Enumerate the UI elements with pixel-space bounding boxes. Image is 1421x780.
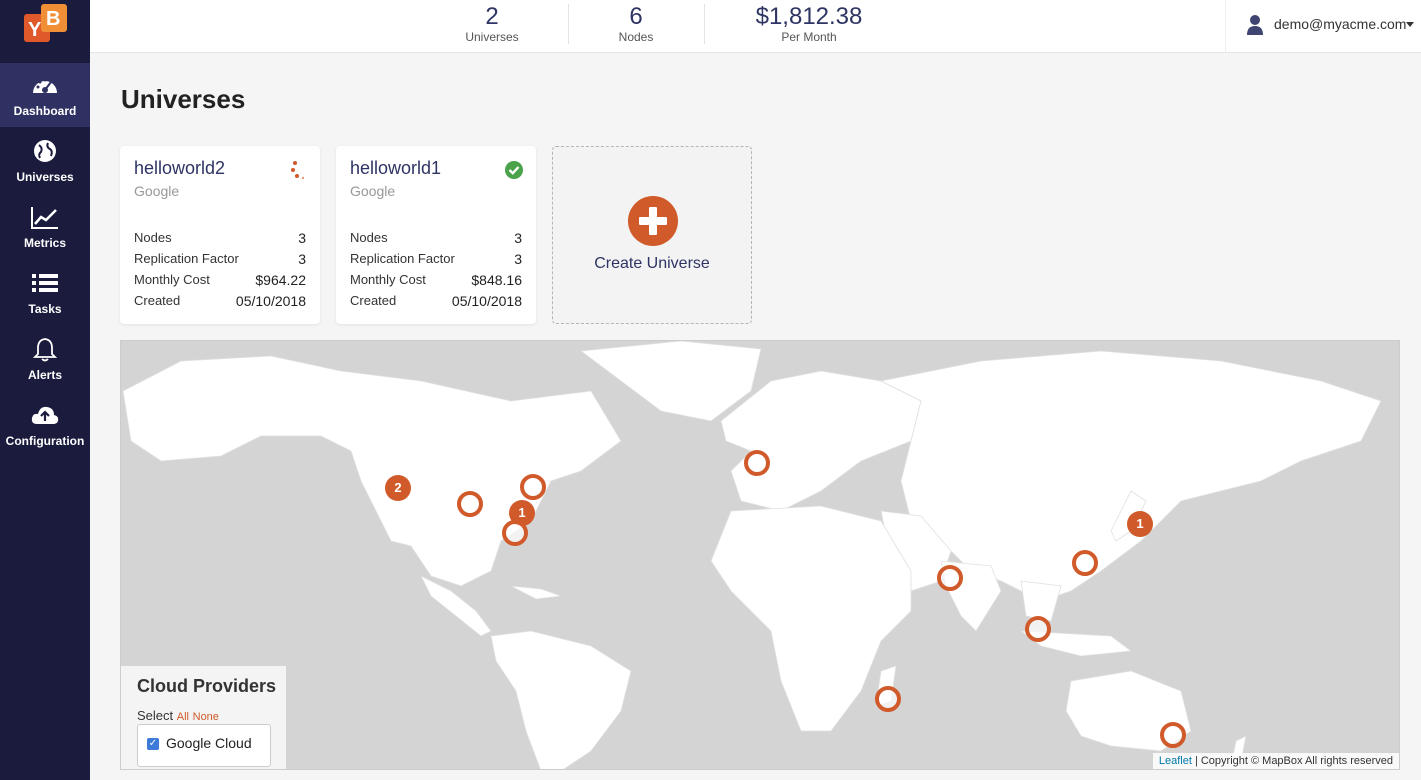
stat-divider: [704, 4, 705, 44]
sidebar-item-label: Universes: [16, 170, 74, 184]
sidebar-item-tasks[interactable]: Tasks: [0, 261, 90, 325]
row-value: 3: [514, 251, 522, 267]
stat-universes[interactable]: 2 Universes: [452, 0, 532, 53]
card-row-created: Created 05/10/2018: [134, 293, 306, 313]
provider-select-row: Select All None: [137, 708, 219, 723]
row-value: 3: [298, 251, 306, 267]
row-key: Replication Factor: [350, 251, 455, 266]
create-universe-button[interactable]: Create Universe: [552, 146, 752, 324]
card-row-cost: Monthly Cost $964.22: [134, 272, 306, 292]
card-row-nodes: Nodes 3: [134, 230, 306, 250]
user-icon: [1247, 15, 1263, 35]
stat-label: Universes: [465, 30, 519, 44]
row-value: 05/10/2018: [451, 293, 522, 309]
cluster-marker[interactable]: 2: [385, 475, 411, 501]
region-marker[interactable]: [1025, 616, 1051, 642]
row-value: 3: [298, 230, 306, 246]
stat-nodes[interactable]: 6 Nodes: [596, 0, 676, 53]
sidebar-item-label: Dashboard: [13, 104, 77, 118]
sidebar-item-metrics[interactable]: Metrics: [0, 195, 90, 259]
cloud-providers-title: Cloud Providers: [137, 676, 277, 696]
row-value: 3: [514, 230, 522, 246]
svg-text:Y: Y: [28, 19, 42, 41]
region-marker[interactable]: [744, 450, 770, 476]
sidebar-item-universes[interactable]: Universes: [0, 129, 90, 193]
sidebar-item-label: Metrics: [23, 236, 67, 250]
provider-label: Google Cloud: [166, 735, 252, 751]
row-value: 05/10/2018: [235, 293, 306, 309]
select-label: Select: [137, 708, 174, 723]
provider-option-google-cloud[interactable]: ✓ Google Cloud: [137, 724, 271, 767]
map-attribution: Leaflet | Copyright © MapBox All rights …: [1152, 753, 1399, 769]
checkbox-checked-icon[interactable]: ✓: [147, 738, 159, 750]
dashboard-icon: [33, 78, 57, 93]
row-key: Monthly Cost: [350, 272, 426, 287]
stat-label: Per Month: [781, 30, 837, 44]
cloud-providers-panel: Cloud Providers Select All None ✓ Google…: [121, 666, 286, 769]
stat-value: 2: [485, 3, 499, 30]
card-row-cost: Monthly Cost $848.16: [350, 272, 522, 292]
sidebar: Y B Dashboard Universes Metrics Tasks Al…: [0, 0, 90, 780]
region-marker[interactable]: [1160, 722, 1186, 748]
row-value: $964.22: [255, 272, 306, 288]
world-map-land: [122, 341, 1382, 769]
cluster-marker[interactable]: 1: [1127, 511, 1153, 537]
universe-card-helloworld1[interactable]: helloworld1 Google Nodes 3 Replication F…: [336, 146, 536, 324]
universe-name[interactable]: helloworld1: [350, 158, 441, 179]
stat-divider: [568, 4, 569, 44]
card-row-nodes: Nodes 3: [350, 230, 522, 250]
region-marker[interactable]: [457, 491, 483, 517]
loading-dots-icon: [291, 161, 305, 180]
universe-provider: Google: [350, 183, 396, 199]
user-email: demo@myacme.com: [1274, 16, 1407, 32]
stat-label: Nodes: [618, 30, 654, 44]
universe-card-helloworld2[interactable]: helloworld2 Google Nodes 3 Replication F…: [120, 146, 320, 324]
line-chart-icon: [31, 207, 58, 229]
select-all-link[interactable]: All: [177, 711, 189, 723]
region-marker[interactable]: [1072, 550, 1098, 576]
sidebar-item-label: Alerts: [27, 368, 62, 382]
bell-icon: [32, 338, 58, 362]
row-key: Monthly Cost: [134, 272, 210, 287]
stat-value: $1,812.38: [755, 3, 863, 30]
card-row-created: Created 05/10/2018: [350, 293, 522, 313]
world-map[interactable]: 2 1 1 Leaflet | Copyright © MapBox All r…: [120, 340, 1400, 770]
card-row-replication: Replication Factor 3: [134, 251, 306, 271]
plus-circle-icon: [628, 196, 678, 246]
stat-value: 6: [629, 3, 643, 30]
select-none-link[interactable]: None: [193, 711, 219, 723]
row-key: Created: [350, 293, 397, 308]
region-marker[interactable]: [502, 520, 528, 546]
row-key: Nodes: [350, 230, 388, 245]
stat-cost[interactable]: $1,812.38 Per Month: [744, 0, 874, 53]
leaflet-link[interactable]: Leaflet: [1159, 755, 1192, 767]
sidebar-item-configuration[interactable]: Configuration: [0, 393, 90, 457]
row-value: $848.16: [471, 272, 522, 288]
cloud-upload-icon: [31, 406, 59, 424]
region-marker[interactable]: [520, 474, 546, 500]
check-circle-icon: [505, 161, 523, 179]
sidebar-item-dashboard[interactable]: Dashboard: [0, 63, 90, 127]
sidebar-item-label: Tasks: [28, 302, 62, 316]
row-key: Replication Factor: [134, 251, 239, 266]
svg-text:B: B: [46, 8, 60, 30]
row-key: Nodes: [134, 230, 172, 245]
yugabyte-logo[interactable]: Y B: [24, 4, 68, 42]
list-icon: [32, 274, 58, 292]
row-key: Created: [134, 293, 181, 308]
universe-name[interactable]: helloworld2: [134, 158, 225, 179]
card-row-replication: Replication Factor 3: [350, 251, 522, 271]
universe-provider: Google: [134, 183, 180, 199]
sidebar-item-label: Configuration: [5, 434, 85, 448]
globe-icon: [34, 140, 56, 162]
region-marker[interactable]: [937, 565, 963, 591]
page-title: Universes: [121, 84, 246, 114]
user-menu[interactable]: demo@myacme.com: [1225, 0, 1421, 53]
top-bar: 2 Universes 6 Nodes $1,812.38 Per Month …: [90, 0, 1421, 53]
chevron-down-icon: [1406, 22, 1414, 27]
sidebar-item-alerts[interactable]: Alerts: [0, 327, 90, 391]
attribution-text: | Copyright © MapBox All rights reserved: [1191, 755, 1393, 767]
region-marker[interactable]: [875, 686, 901, 712]
create-universe-label: Create Universe: [594, 255, 710, 272]
